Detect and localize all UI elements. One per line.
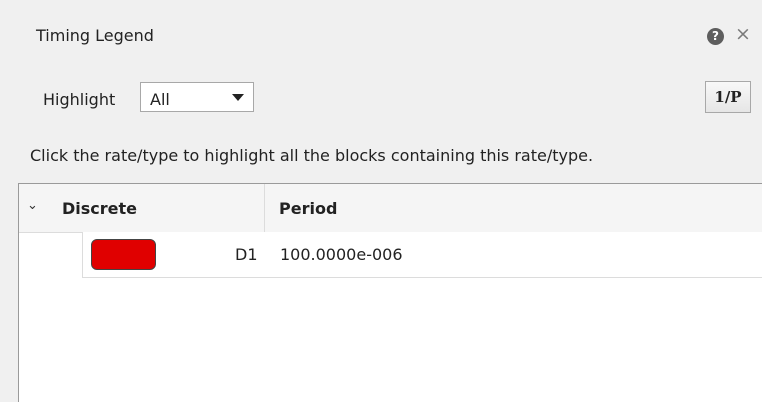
highlight-label: Highlight (43, 90, 116, 109)
rate-table: ⌄ Discrete Period D1 100.0000e-006 (18, 183, 762, 402)
rate-label: D1 (235, 245, 258, 264)
timing-legend-panel: Timing Legend ? × Highlight All 1/P Clic… (0, 0, 762, 402)
highlight-dropdown-value: All (150, 90, 170, 109)
collapse-chevron-icon[interactable]: ⌄ (27, 198, 38, 213)
column-header-discrete: Discrete (62, 199, 138, 218)
panel-title: Timing Legend (36, 26, 154, 45)
rate-color-swatch[interactable] (91, 239, 156, 270)
instructions-text: Click the rate/type to highlight all the… (30, 146, 594, 165)
highlight-dropdown[interactable]: All (140, 82, 254, 112)
period-toggle-button[interactable]: 1/P (705, 81, 751, 113)
table-row[interactable]: D1 100.0000e-006 (82, 232, 762, 278)
column-header-period: Period (279, 199, 338, 218)
help-icon[interactable]: ? (707, 28, 724, 45)
chevron-down-icon (232, 94, 244, 101)
table-header-row: ⌄ Discrete Period (19, 184, 762, 233)
close-icon[interactable]: × (735, 24, 751, 44)
period-value: 100.0000e-006 (280, 245, 403, 264)
